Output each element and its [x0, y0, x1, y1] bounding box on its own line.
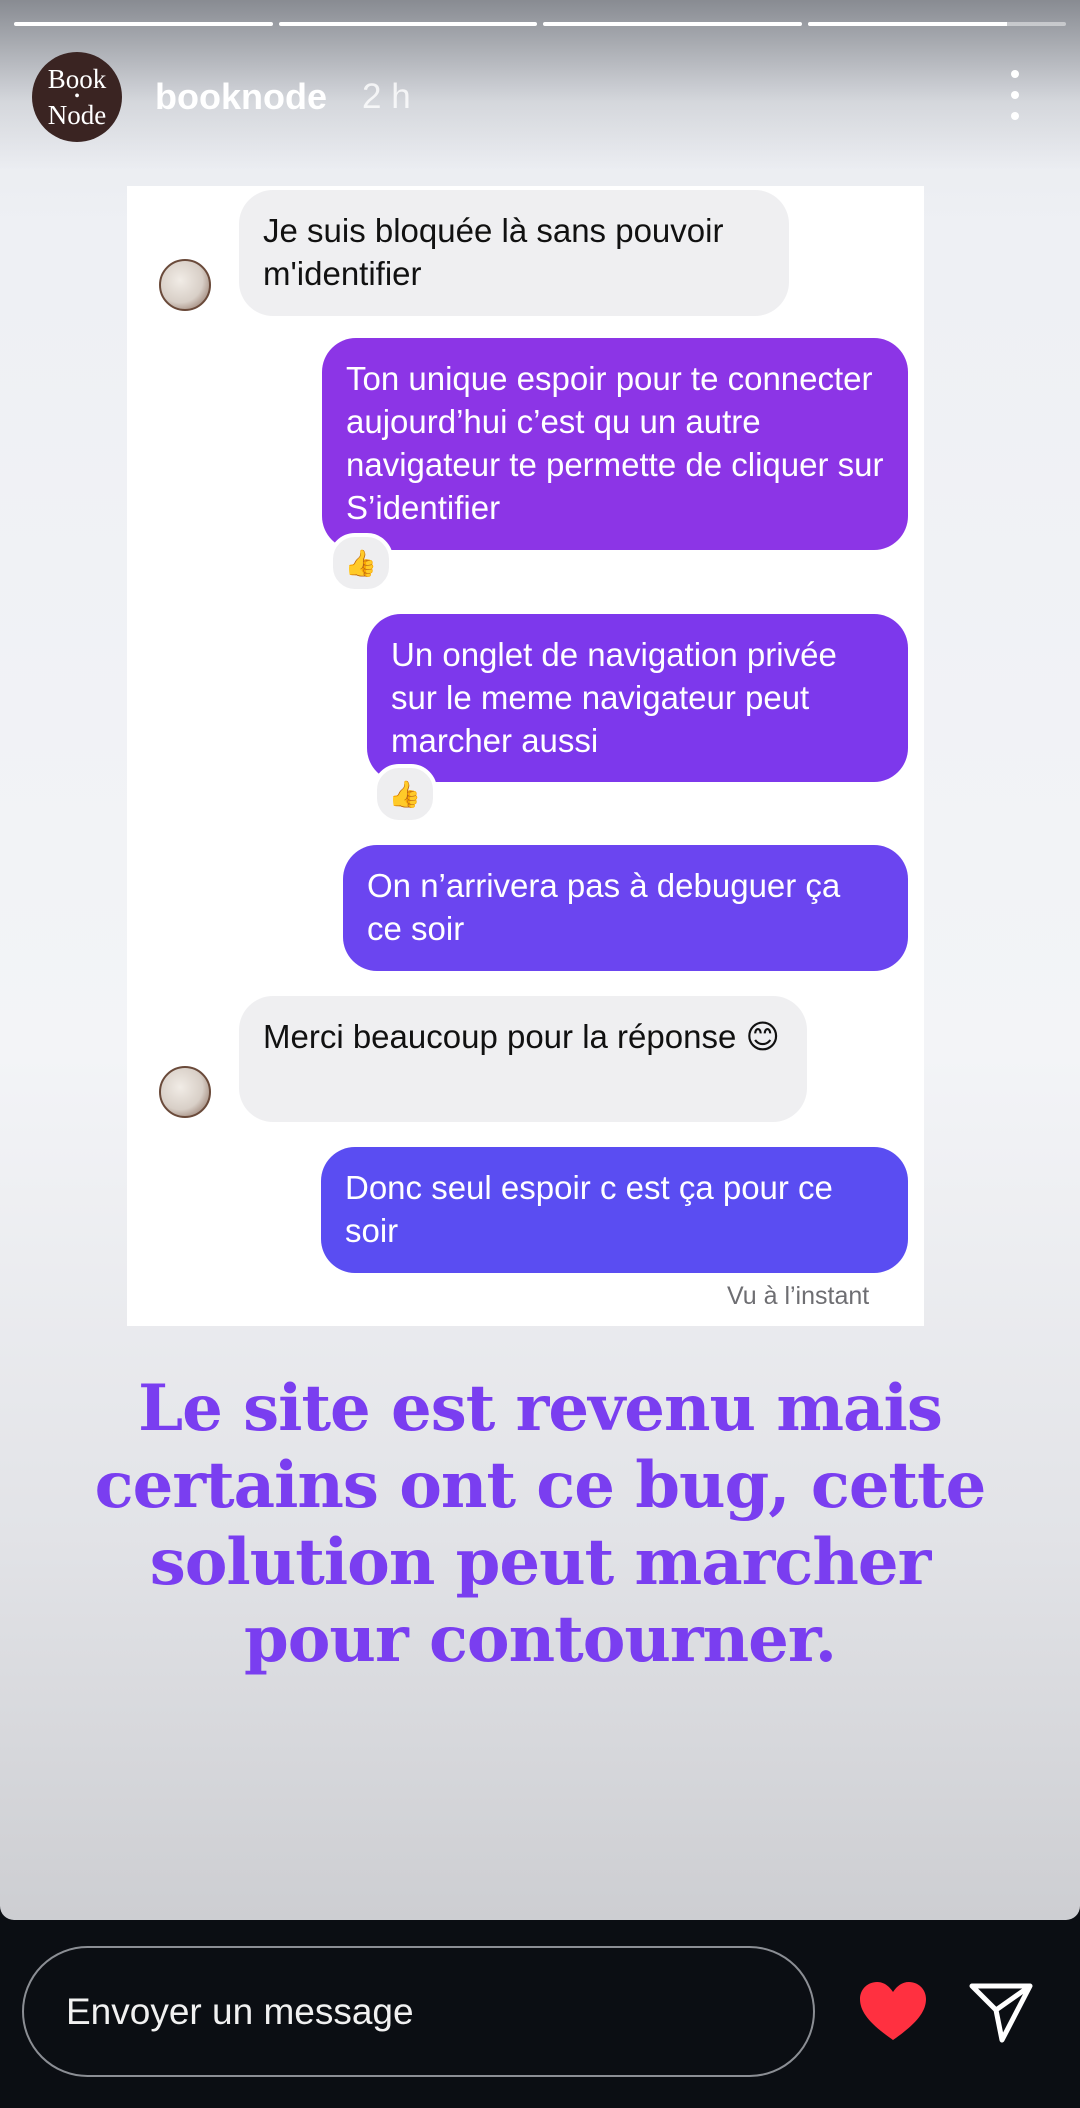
message-bubble-outgoing: Donc seul espoir c est ça pour ce soir [321, 1147, 908, 1273]
progress-segment [807, 22, 1066, 26]
progress-fill [543, 22, 802, 26]
progress-fill [278, 22, 537, 26]
heart-icon[interactable] [858, 1980, 928, 2044]
chat-screenshot: Je suis bloquée là sans pouvoir m'identi… [127, 186, 924, 1326]
progress-segment [14, 22, 273, 26]
progress-fill [807, 22, 1007, 26]
story-progress-bars [14, 22, 1066, 26]
reaction-thumbs-up-icon: 👍 [373, 764, 437, 824]
reaction-thumbs-up-icon: 👍 [329, 533, 393, 593]
progress-segment [278, 22, 537, 26]
more-options-icon[interactable] [1000, 70, 1030, 120]
send-message-input[interactable]: Envoyer un message [22, 1946, 815, 2077]
message-bubble-outgoing: Ton unique espoir pour te connecter aujo… [322, 338, 908, 550]
story-caption: Le site est revenu mais certains ont ce … [94, 1371, 987, 1677]
post-time: 2 h [362, 77, 411, 116]
sender-avatar [159, 1066, 211, 1118]
avatar-text-line2: Node [47, 100, 107, 130]
send-icon[interactable] [968, 1978, 1034, 2044]
progress-segment [543, 22, 802, 26]
story-frame[interactable]: Book • Node booknode 2 h Je suis bloquée… [0, 0, 1080, 1920]
sender-avatar [159, 259, 211, 311]
message-bubble-outgoing: Un onglet de navigation privée sur le me… [367, 614, 908, 782]
progress-fill [14, 22, 273, 26]
seen-status: Vu à l’instant [727, 1282, 870, 1310]
profile-avatar[interactable]: Book • Node [32, 52, 122, 142]
message-bubble-outgoing: On n’arrivera pas à debuguer ça ce soir [343, 845, 908, 971]
username[interactable]: booknode [155, 76, 327, 118]
message-bubble-incoming: Merci beaucoup pour la réponse 😊 [239, 996, 807, 1122]
message-bubble-incoming: Je suis bloquée là sans pouvoir m'identi… [239, 190, 789, 316]
reply-bar: Envoyer un message [0, 1920, 1080, 2108]
